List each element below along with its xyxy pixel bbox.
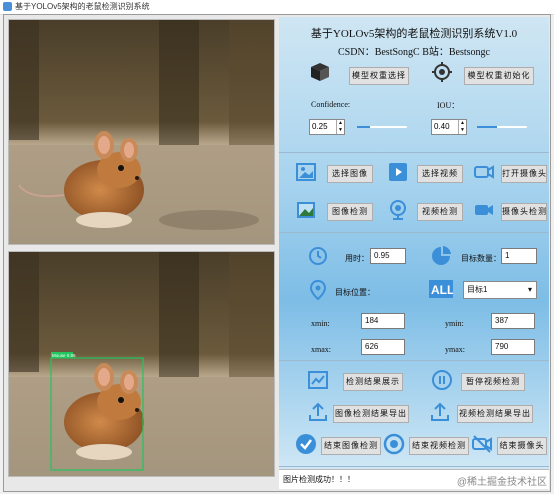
end-image-button[interactable]: 结束图像检测 [321, 437, 381, 455]
clock-icon [309, 247, 327, 265]
window-title: 基于YOLOv5架构的老鼠检测识别系统 [15, 2, 150, 11]
image-detect-icon [297, 202, 315, 218]
status-message: 图片检测成功！！！ [283, 475, 355, 484]
mouse-photo-original [9, 20, 274, 244]
xmax-field[interactable]: 626 [361, 339, 405, 355]
show-results-button[interactable]: 检测结果展示 [343, 373, 403, 391]
confidence-slider[interactable] [357, 121, 407, 133]
watermark: @稀土掘金技术社区 [456, 477, 547, 488]
iou-spinbox[interactable]: ▲▼ [431, 119, 467, 135]
image-icon [296, 163, 316, 181]
export-image-button[interactable]: 图像检测结果导出 [333, 405, 409, 423]
video-camera-icon [475, 205, 493, 215]
ymax-label: ymax: [445, 345, 465, 354]
count-label: 目标数量： [461, 254, 501, 263]
mouse-photo-detected: Mouse 0.95 [9, 252, 274, 476]
target-select[interactable]: 目标1 ▾ [463, 281, 537, 299]
result-info-section: 用时： 0.95 目标数量： 1 目标位置： ALL 目标1 ▾ xmin: 1… [279, 233, 549, 361]
model-weight-select-button[interactable]: 模型权重选择 [349, 67, 409, 85]
position-label: 目标位置： [335, 288, 375, 297]
control-panel: 基于YOLOv5架构的老鼠检测识别系统V1.0 CSDN：BestSongC B… [279, 17, 549, 489]
select-image-button[interactable]: 选择图像 [327, 165, 373, 183]
detection-box-label: Mouse 0.95 [52, 353, 76, 358]
target-gear-icon [432, 62, 452, 82]
author-info: CSDN：BestSongC B站：Bestsongc [338, 47, 490, 58]
pause-video-button[interactable]: 暂停视频检测 [461, 373, 525, 391]
title-bar: 基于YOLOv5架构的老鼠检测识别系统 [0, 0, 554, 15]
webcam-icon [390, 200, 406, 220]
detect-video-button[interactable]: 视频检测 [417, 203, 463, 221]
detection-image-panel: Mouse 0.95 [8, 251, 275, 477]
target-select-value: 目标1 [467, 285, 488, 294]
header-section: 基于YOLOv5架构的老鼠检测识别系统V1.0 CSDN：BestSongC B… [279, 17, 549, 153]
confidence-spinbox[interactable]: ▲▼ [309, 119, 345, 135]
line-chart-icon [308, 371, 328, 389]
location-pin-icon [309, 279, 327, 301]
pause-icon [432, 370, 452, 390]
ymin-field[interactable]: 387 [491, 313, 535, 329]
all-icon: ALL [429, 280, 453, 298]
pie-chart-icon [432, 246, 451, 265]
end-camera-button[interactable]: 结束摄像头 [497, 437, 547, 455]
ymin-label: ymin: [445, 319, 464, 328]
check-circle-icon [296, 434, 316, 454]
main-window: Mouse 0.95 基于YOLOv5架构的老鼠检测识别系统V1.0 CSDN：… [3, 14, 551, 492]
time-label: 用时： [345, 254, 369, 263]
xmin-label: xmin: [311, 319, 330, 328]
app-title: 基于YOLOv5架构的老鼠检测识别系统V1.0 [310, 28, 518, 40]
status-bar: 图片检测成功！！！ @稀土掘金技术社区 [279, 469, 549, 489]
camera-off-icon [472, 435, 492, 453]
confidence-label: Confidence: [311, 100, 351, 109]
upload-icon [431, 402, 449, 421]
spin-arrows-icon[interactable]: ▲ ▼ [336, 120, 344, 134]
xmin-field[interactable]: 184 [361, 313, 405, 329]
camera-icon [474, 165, 494, 179]
input-section: 选择图像 选择视频 打开摄像头 图像检测 视频检测 摄像头检测 [279, 153, 549, 233]
model-weight-init-button[interactable]: 模型权重初始化 [464, 67, 534, 85]
detect-camera-button[interactable]: 摄像头检测 [501, 203, 547, 221]
actions-section: 检测结果展示 暂停视频检测 图像检测结果导出 视频检测结果导出 结束图像检测 结… [279, 361, 549, 467]
ymax-field[interactable]: 790 [491, 339, 535, 355]
select-video-button[interactable]: 选择视频 [417, 165, 463, 183]
app-icon [3, 2, 12, 11]
svg-text:ALL: ALL [431, 283, 453, 297]
original-image-panel [8, 19, 275, 245]
spin-arrows-icon[interactable]: ▲ ▼ [458, 120, 466, 134]
count-field[interactable]: 1 [501, 248, 537, 264]
detect-image-button[interactable]: 图像检测 [327, 203, 373, 221]
stop-circle-icon [383, 433, 405, 455]
upload-icon [309, 402, 327, 421]
iou-label: IOU： [437, 101, 460, 110]
cube-icon [311, 63, 329, 81]
iou-slider[interactable] [477, 121, 527, 133]
video-file-icon [389, 163, 407, 181]
iou-slider-fill [477, 126, 497, 128]
export-video-button[interactable]: 视频检测结果导出 [457, 405, 533, 423]
time-field[interactable]: 0.95 [370, 248, 406, 264]
chevron-down-icon: ▾ [527, 285, 532, 294]
confidence-slider-fill [357, 126, 370, 128]
open-camera-button[interactable]: 打开摄像头 [501, 165, 547, 183]
end-video-button[interactable]: 结束视频检测 [409, 437, 469, 455]
xmax-label: xmax: [311, 345, 331, 354]
